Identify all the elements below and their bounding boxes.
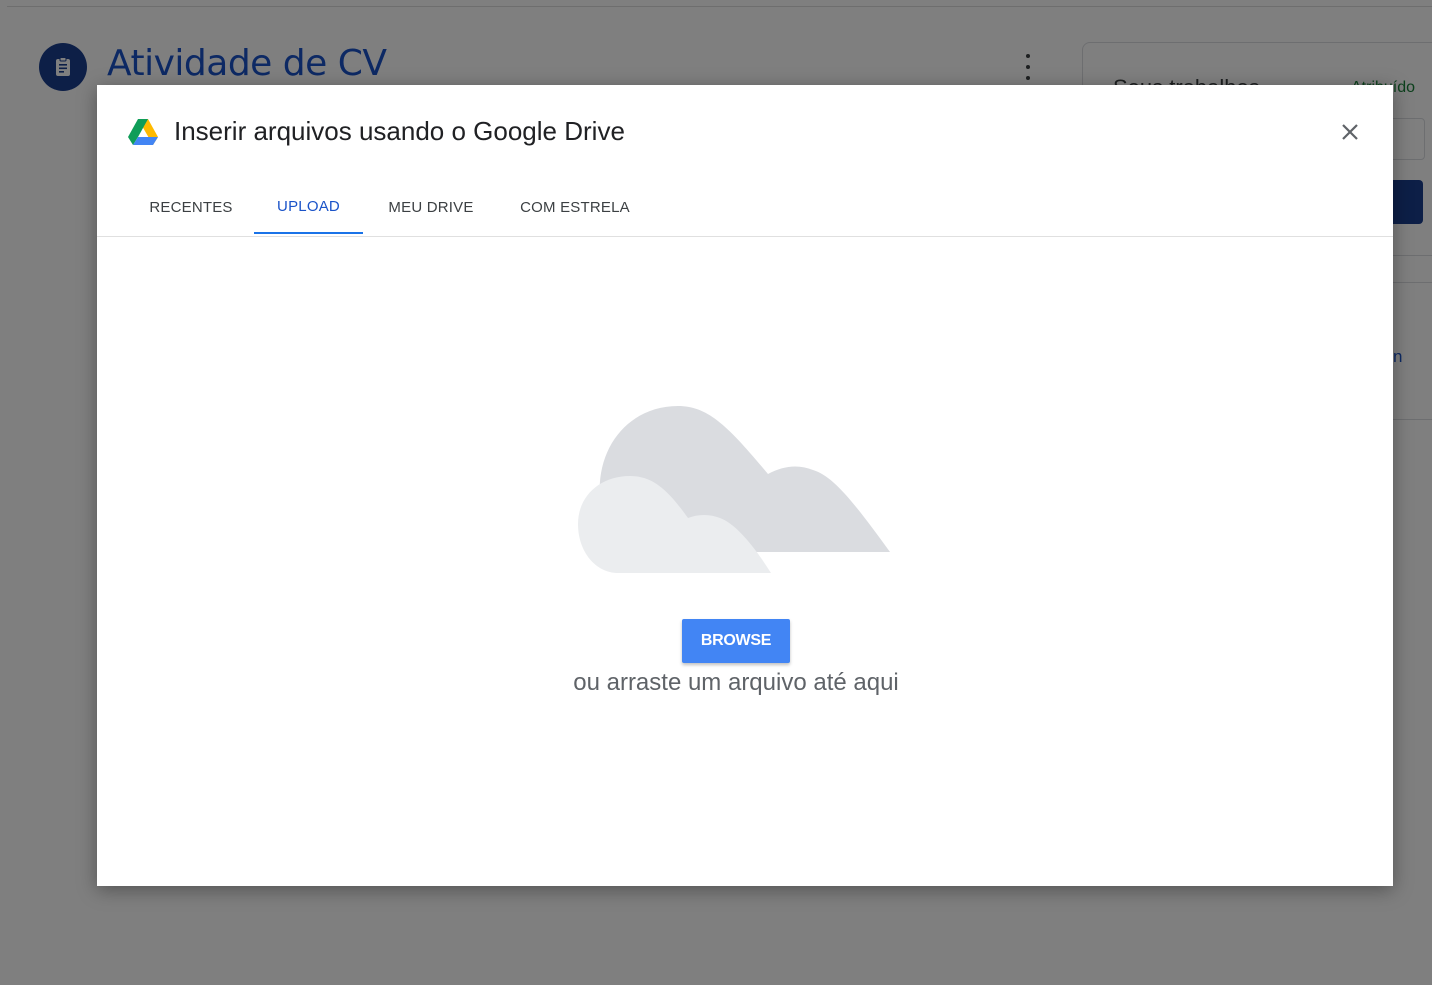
dialog-title: Inserir arquivos usando o Google Drive (174, 116, 625, 146)
tab-com-estrela[interactable]: COM ESTRELA (504, 180, 646, 234)
tab-recentes[interactable]: RECENTES (143, 180, 239, 234)
tab-meu-drive[interactable]: MEU DRIVE (378, 180, 484, 234)
cloud-illustration (578, 406, 892, 576)
dialog-header: Inserir arquivos usando o Google Drive (97, 85, 1393, 180)
tab-bar: RECENTES UPLOAD MEU DRIVE COM ESTRELA (97, 180, 1393, 237)
tab-upload[interactable]: UPLOAD (254, 180, 363, 234)
google-drive-icon (127, 118, 159, 146)
browse-button[interactable]: BROWSE (682, 619, 790, 663)
close-icon[interactable] (1338, 120, 1362, 144)
drive-picker-dialog: Inserir arquivos usando o Google Drive R… (97, 85, 1393, 886)
drag-hint-text: ou arraste um arquivo até aqui (573, 669, 899, 696)
